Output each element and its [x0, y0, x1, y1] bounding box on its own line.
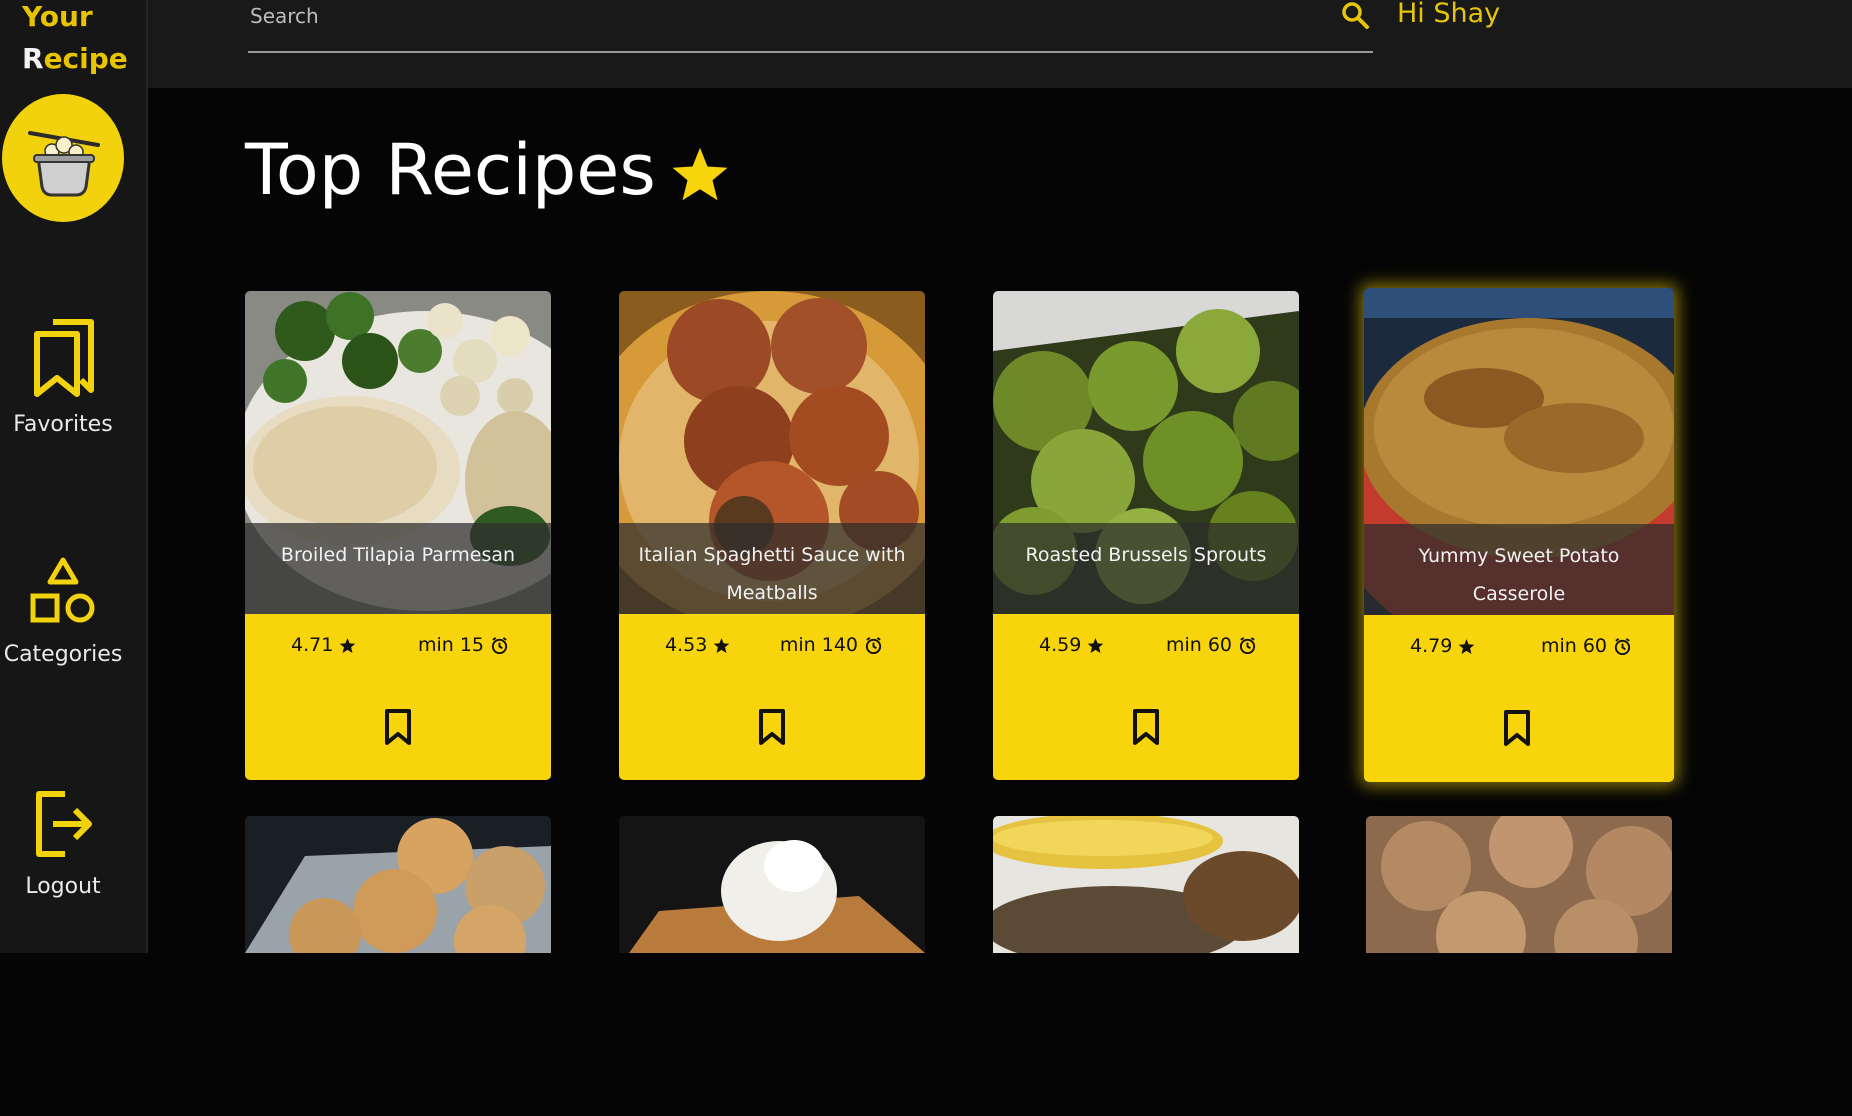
star-icon [1088, 638, 1104, 653]
shapes-icon [30, 557, 95, 623]
recipe-rating: 4.53 [665, 634, 730, 656]
star-icon [1459, 639, 1475, 654]
sidebar-item-favorites[interactable]: Favorites [0, 318, 126, 437]
recipe-time: min 15 [418, 634, 509, 656]
recipe-card[interactable] [245, 816, 551, 1116]
recipe-rating: 4.79 [1410, 635, 1475, 657]
bookmarks-icon [34, 319, 94, 397]
sidebar-item-label: Favorites [13, 412, 113, 437]
search-underline [248, 51, 1373, 53]
brand-logo-text: Your Recipe [0, 0, 136, 80]
recipe-photo [1366, 816, 1672, 983]
search-icon[interactable] [1340, 0, 1370, 30]
bookmark-icon[interactable] [384, 708, 412, 746]
recipe-card[interactable]: Roasted Brussels Sprouts 4.59 min 60 [993, 291, 1299, 780]
recipe-time: min 140 [780, 634, 883, 656]
logout-icon [36, 791, 92, 857]
recipe-photo [245, 816, 551, 977]
brand-line-1: Your [22, 0, 93, 33]
sidebar: Your Recipe Favorites Categories Logout [0, 0, 148, 953]
sidebar-item-logout[interactable]: Logout [0, 788, 126, 899]
star-icon [714, 638, 730, 653]
bookmark-icon[interactable] [1503, 709, 1531, 747]
sidebar-item-categories[interactable]: Categories [0, 556, 126, 667]
search-input[interactable] [248, 0, 1374, 32]
cooking-pot-logo-icon[interactable] [2, 94, 124, 222]
page-title: Top Recipes [245, 129, 656, 211]
recipe-photo [993, 816, 1299, 966]
recipe-photo [619, 816, 925, 953]
sidebar-item-label: Logout [25, 874, 101, 899]
recipe-card[interactable]: Yummy Sweet Potato Casserole 4.79 min 60 [1364, 288, 1674, 782]
recipe-time: min 60 [1541, 635, 1632, 657]
sidebar-item-label: Categories [3, 642, 123, 667]
recipe-card[interactable] [1366, 816, 1672, 1116]
recipe-title: Broiled Tilapia Parmesan [245, 523, 551, 614]
recipe-title: Yummy Sweet Potato Casserole [1364, 524, 1674, 615]
recipe-time: min 60 [1166, 634, 1257, 656]
top-bar: Hi Shay [148, 0, 1852, 88]
recipe-card[interactable] [993, 816, 1299, 1116]
recipe-info-panel: 4.71 min 15 [245, 614, 551, 780]
recipe-info-panel: 4.53 min 140 [619, 614, 925, 780]
recipe-info-panel: 4.59 min 60 [993, 614, 1299, 780]
recipe-card[interactable]: Broiled Tilapia Parmesan 4.71 min 15 [245, 291, 551, 780]
user-greeting: Hi Shay [1397, 0, 1501, 29]
recipe-title: Roasted Brussels Sprouts [993, 523, 1299, 614]
bookmark-icon[interactable] [758, 708, 786, 746]
brand-line-2: Recipe [22, 42, 128, 75]
star-icon [672, 147, 728, 201]
bookmark-icon[interactable] [1132, 708, 1160, 746]
alarm-clock-icon [491, 637, 508, 655]
alarm-clock-icon [1614, 638, 1631, 656]
recipe-rating: 4.59 [1039, 634, 1104, 656]
recipe-rating: 4.71 [291, 634, 356, 656]
recipe-card[interactable]: Italian Spaghetti Sauce with Meatballs 4… [619, 291, 925, 780]
alarm-clock-icon [865, 637, 882, 655]
recipe-title: Italian Spaghetti Sauce with Meatballs [619, 523, 925, 614]
recipe-info-panel: 4.79 min 60 [1364, 615, 1674, 782]
star-icon [340, 638, 356, 653]
alarm-clock-icon [1239, 637, 1256, 655]
recipe-card[interactable] [619, 816, 925, 1116]
